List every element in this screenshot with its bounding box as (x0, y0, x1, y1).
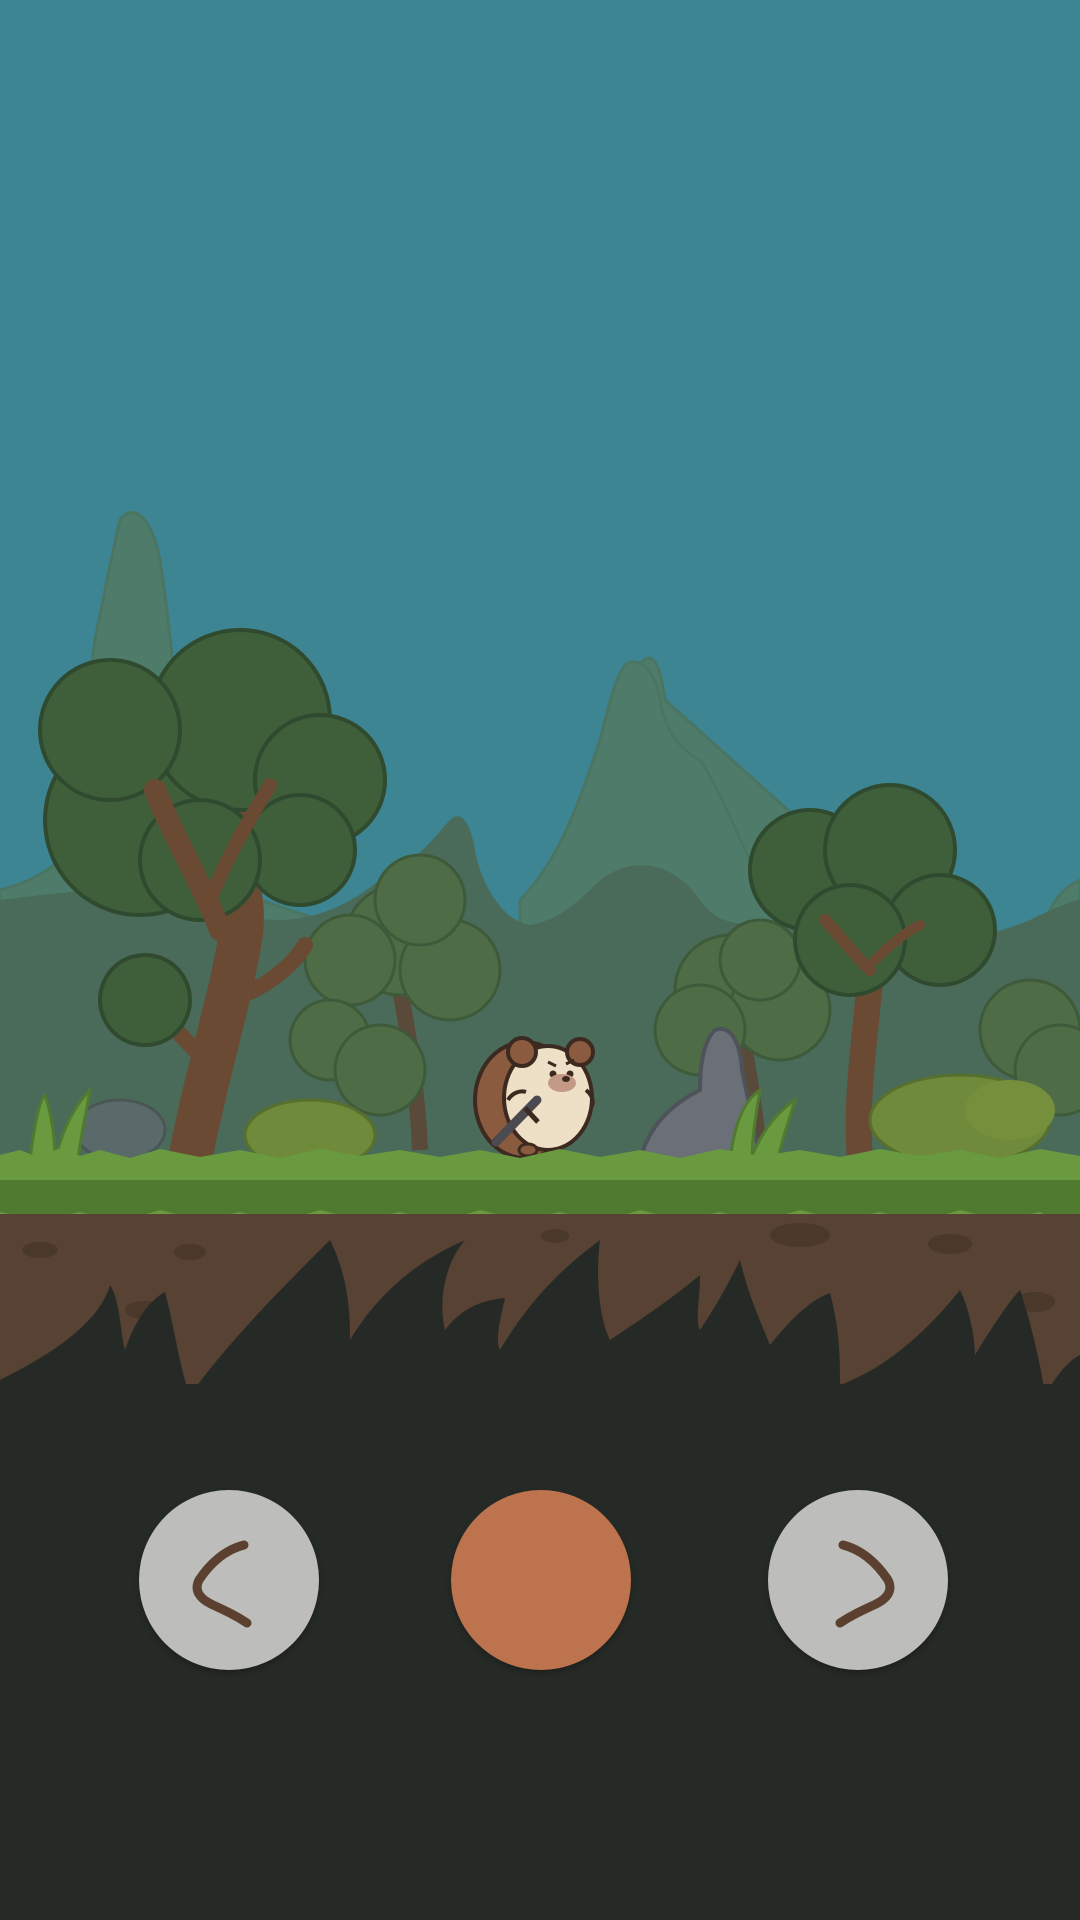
move-left-button[interactable] (139, 1490, 319, 1670)
move-right-button[interactable] (768, 1490, 948, 1670)
attack-button[interactable] (451, 1490, 631, 1670)
game-screen (0, 0, 1080, 1920)
circle-icon (451, 1490, 631, 1670)
rock-left (73, 1098, 167, 1162)
hedgehog-character (473, 1036, 595, 1160)
chevron-left-icon (192, 1540, 252, 1628)
chevron-right-icon (835, 1540, 895, 1628)
